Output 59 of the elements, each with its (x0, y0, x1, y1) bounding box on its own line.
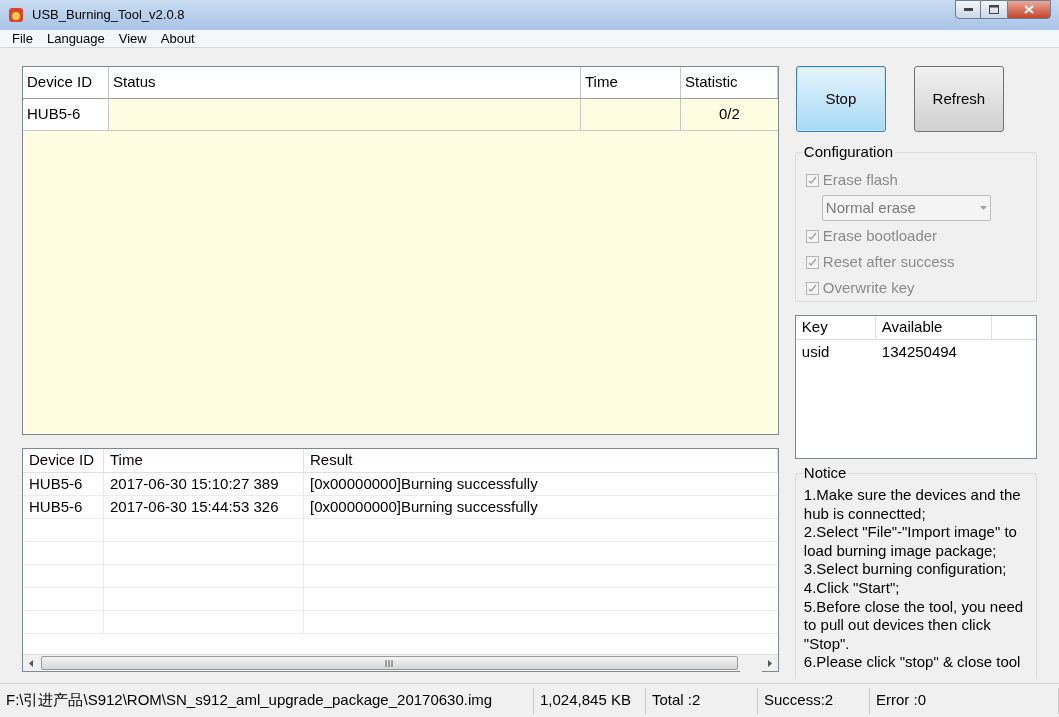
notice-text: 2.Select "File"-"Import image" to load burning image package; (803, 523, 1018, 561)
status-text: Error :0 (870, 687, 1059, 714)
check-icon (807, 283, 817, 293)
close-button[interactable] (1007, 0, 1051, 19)
column-header[interactable]: Device ID (23, 449, 104, 472)
table-cell: 2017-06-30 15:10:27 389 (104, 473, 304, 495)
caret-icon (979, 206, 987, 210)
table-cell-text: [0x00000000]Burning successfully (309, 496, 539, 517)
notice-text: 6.Please click "stop" & close tool (803, 653, 1022, 672)
check-icon (807, 175, 817, 185)
checkbox-label: Erase flash (822, 169, 898, 190)
status-text: Total :2 (646, 687, 758, 714)
table-cell: HUB5-6 (23, 99, 109, 130)
column-header[interactable]: Device ID (23, 67, 109, 98)
table-cell: 2017-06-30 15:44:53 326 (104, 496, 304, 518)
status-text: 1,024,845 KB (534, 687, 646, 714)
menu-item[interactable]: Language (46, 28, 105, 49)
table-cell-text: [0x00000000]Burning successfully (309, 473, 539, 494)
column-header[interactable]: Status (109, 67, 581, 98)
check-icon (807, 231, 817, 241)
column-header[interactable]: Result (304, 449, 778, 472)
app-icon (8, 7, 24, 23)
maximize-icon (989, 5, 999, 14)
table-cell-text: usid (800, 341, 831, 362)
column-header[interactable]: Key (795, 316, 876, 339)
column-header[interactable]: Time (581, 67, 681, 98)
minimize-icon (963, 8, 973, 11)
checkbox-label: Erase bootloader (822, 225, 938, 246)
status-text: F:\引进产品\S912\ROM\SN_s912_aml_upgrade_package_20170630.img (0, 687, 534, 714)
scroll-right-icon (767, 659, 772, 667)
horizontal-scrollbar[interactable] (23, 654, 778, 671)
checkbox-label: Reset after success (822, 251, 955, 272)
scroll-left-icon (29, 659, 33, 667)
column-header[interactable]: Time (104, 449, 304, 472)
action-button[interactable]: Stop (795, 66, 886, 132)
table-cell-text: 134250494 (880, 341, 958, 362)
menu-item[interactable]: File (12, 28, 33, 49)
action-button[interactable]: Refresh (913, 66, 1004, 132)
grip-icon (385, 659, 394, 667)
table-cell-text: 0/2 (718, 104, 741, 125)
minimize-button[interactable] (955, 0, 981, 19)
scrollbar-thumb[interactable] (41, 656, 738, 670)
table-cell: HUB5-6 (23, 473, 104, 495)
check-icon (807, 257, 817, 267)
notice-text: 3.Select burning configuration; (803, 560, 1008, 579)
notice-text: 5.Before close the tool, you need to pull out devices then click "Stop". (803, 597, 1025, 654)
menu-item[interactable]: About (160, 28, 195, 49)
notice-text: 1.Make sure the devices and the hub is connectted; (803, 486, 1022, 524)
column-header[interactable]: Statistic (681, 67, 778, 98)
column-header[interactable]: Available (875, 316, 992, 339)
table-cell: HUB5-6 (23, 496, 104, 518)
maximize-button[interactable] (981, 0, 1007, 19)
close-icon (1024, 5, 1034, 14)
notice-text: 4.Click "Start"; (803, 578, 901, 598)
checkbox-label: Overwrite key (822, 277, 915, 298)
group-title: Configuration (801, 143, 896, 161)
window-title: USB_Burning_Tool_v2.0.8 (32, 6, 185, 25)
menu-item[interactable]: View (118, 28, 147, 49)
status-text: Success:2 (758, 687, 870, 714)
